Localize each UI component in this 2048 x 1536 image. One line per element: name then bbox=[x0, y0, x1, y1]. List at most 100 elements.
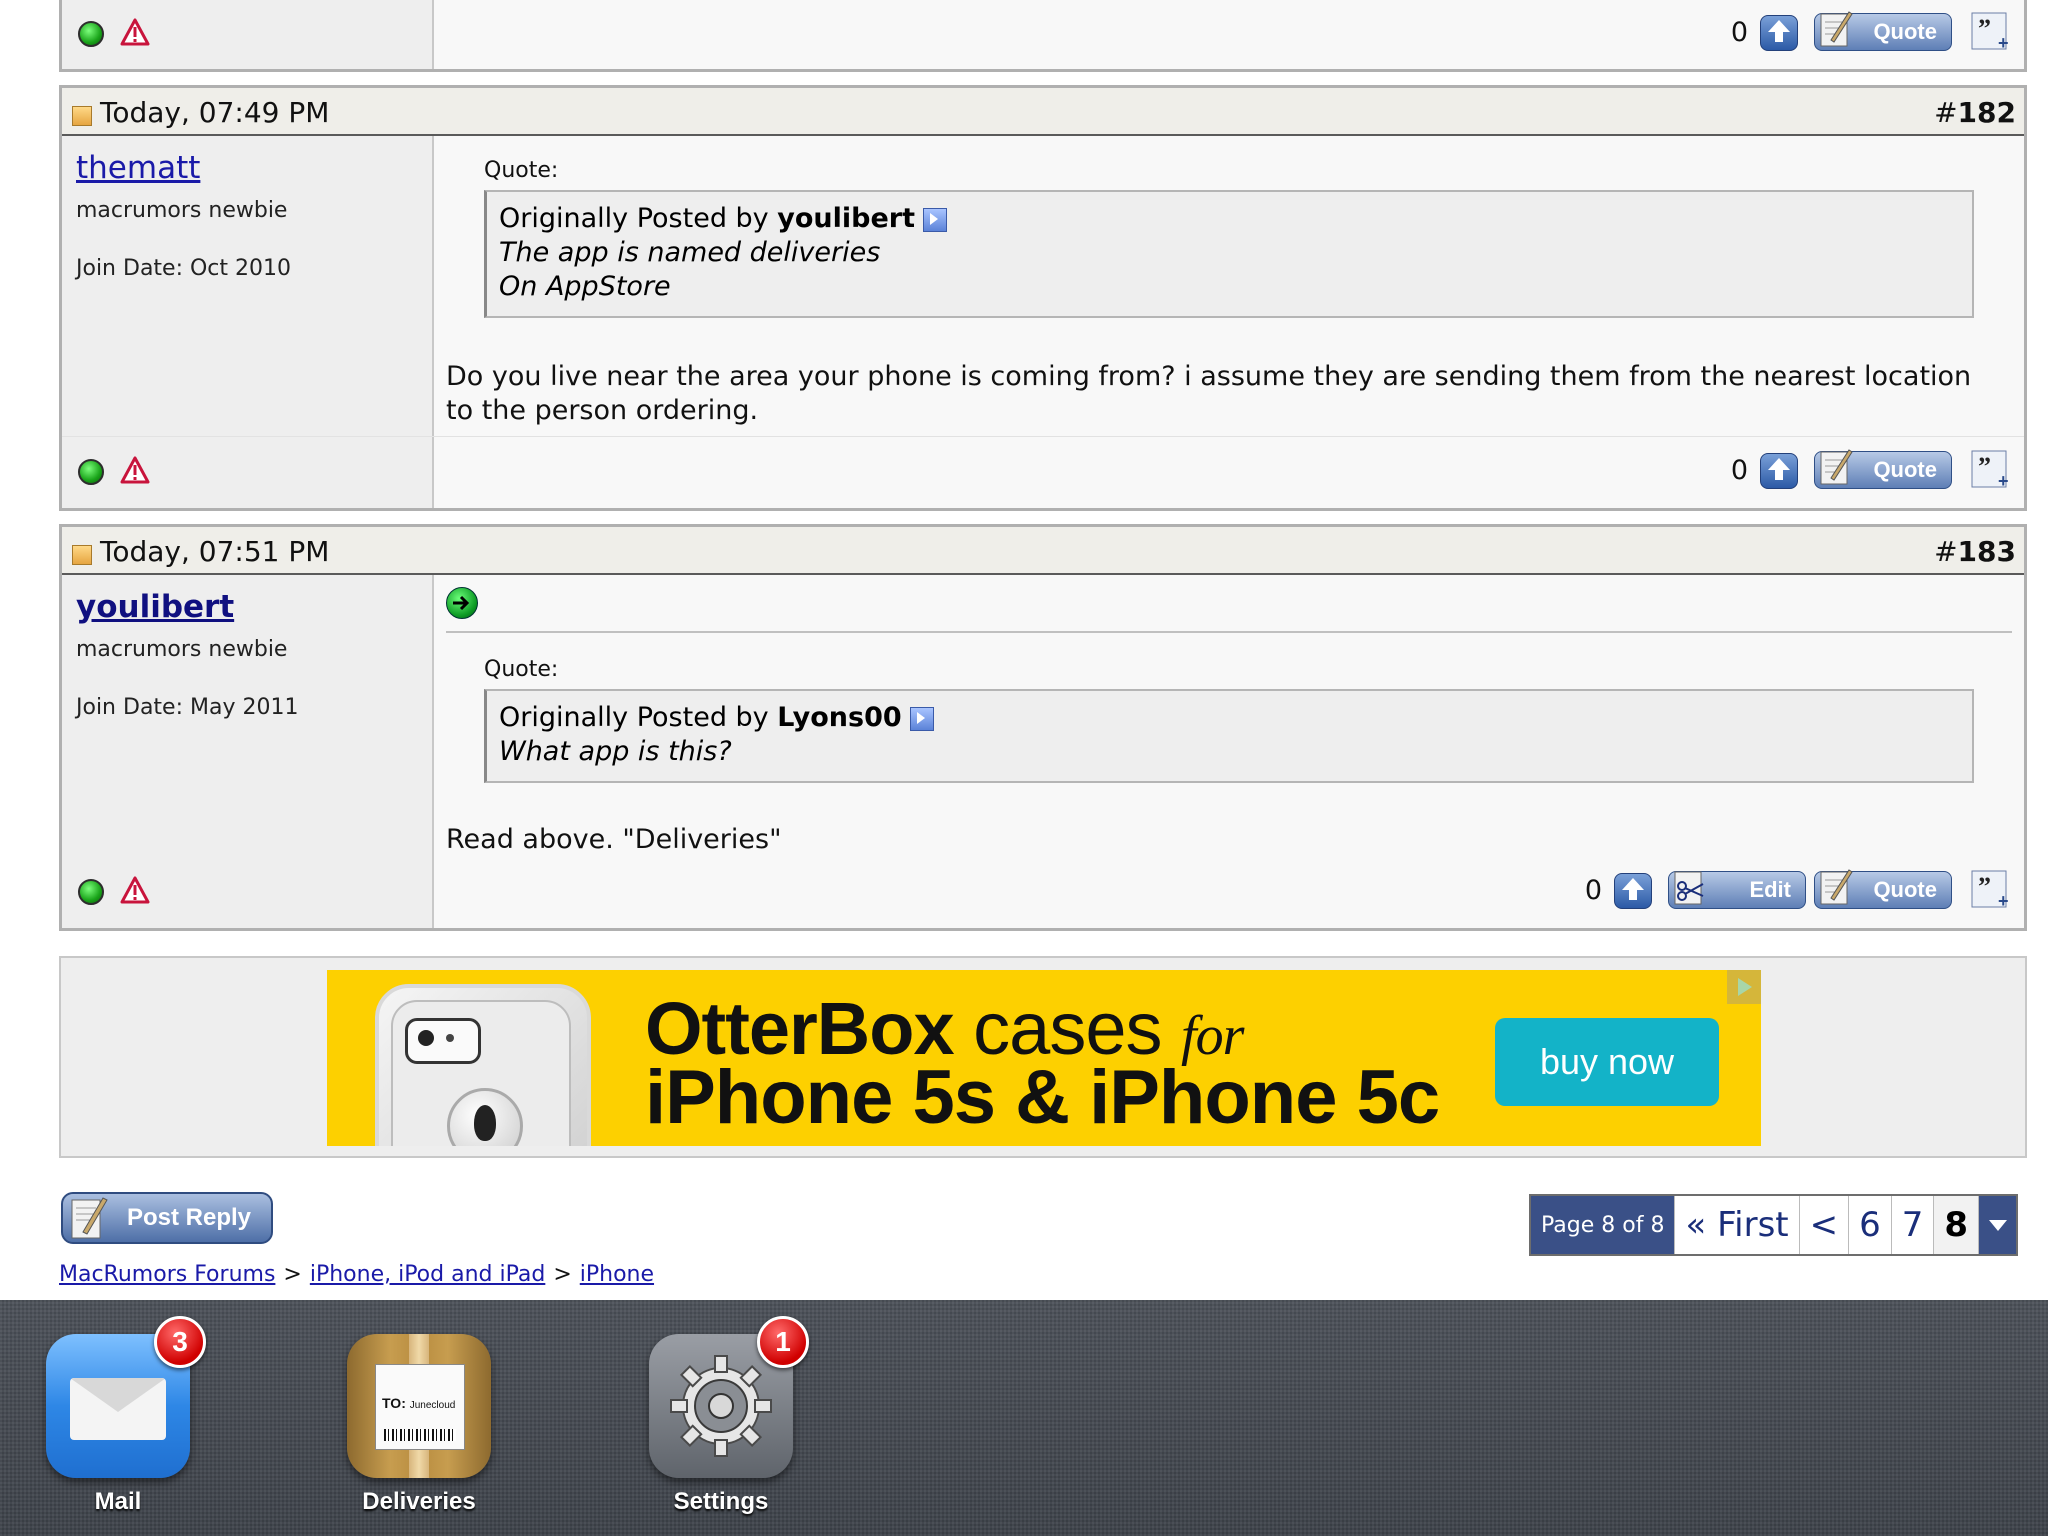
edit-button[interactable]: Edit bbox=[1668, 871, 1806, 909]
report-post-icon[interactable] bbox=[120, 18, 150, 46]
quote-label: Quote: bbox=[484, 158, 559, 183]
view-post-icon[interactable] bbox=[909, 706, 934, 731]
report-post-icon[interactable] bbox=[120, 456, 150, 484]
deliveries-icon[interactable]: TO: Junecloud bbox=[347, 1334, 491, 1478]
first-page-link[interactable]: « First bbox=[1674, 1196, 1798, 1254]
breadcrumb-link[interactable]: iPhone, iPod and iPad bbox=[310, 1262, 545, 1287]
dock-app-settings[interactable]: 1 Settings bbox=[648, 1316, 809, 1516]
otterbox-banner-ad[interactable]: OtterBox cases for iPhone 5s & iPhone 5c… bbox=[327, 970, 1761, 1146]
post-status-icon bbox=[72, 105, 92, 126]
post-182: Today, 07:49 PM #182 thematt macrumors n… bbox=[59, 85, 2027, 511]
quote-button[interactable]: Quote bbox=[1814, 449, 1952, 489]
ad-buy-now-button[interactable]: buy now bbox=[1495, 1018, 1719, 1106]
shipping-label-to: TO: Junecloud bbox=[382, 1395, 455, 1411]
reputation-count: 0 bbox=[1730, 455, 1748, 486]
gear-icon bbox=[670, 1355, 772, 1457]
post-message: Read above. "Deliveries" bbox=[446, 824, 782, 855]
multiquote-icon[interactable]: ” + bbox=[1970, 867, 2014, 909]
page-indicator: Page 8 of 8 bbox=[1531, 1196, 1675, 1254]
post-number[interactable]: #182 bbox=[1934, 96, 2016, 129]
prev-page-link[interactable]: < bbox=[1798, 1196, 1849, 1254]
user-title: macrumors newbie bbox=[76, 198, 288, 223]
svg-text:+: + bbox=[1998, 471, 2009, 489]
svg-text:”: ” bbox=[1978, 14, 1991, 43]
quote-button[interactable]: Quote bbox=[1814, 869, 1952, 909]
quote-prefix: Originally Posted by bbox=[499, 702, 778, 733]
ad-subheadline: iPhone 5s & iPhone 5c bbox=[645, 1055, 1440, 1140]
post-number-prefix: # bbox=[1934, 96, 1958, 129]
reply-pencil-icon bbox=[71, 1197, 108, 1239]
svg-text:+: + bbox=[1998, 891, 2009, 909]
dock-app-mail[interactable]: 3 Mail bbox=[45, 1316, 206, 1516]
page-link-6[interactable]: 6 bbox=[1848, 1196, 1891, 1254]
scissors-icon bbox=[1674, 871, 1704, 905]
breadcrumb-link[interactable]: iPhone bbox=[580, 1262, 654, 1287]
breadcrumb-link[interactable]: MacRumors Forums bbox=[59, 1262, 275, 1287]
online-status-icon bbox=[78, 879, 104, 905]
breadcrumb-separator: > bbox=[283, 1262, 302, 1287]
quote-pencil-icon bbox=[1820, 11, 1853, 47]
reputation-count: 0 bbox=[1584, 875, 1602, 906]
quote-box: Originally Posted by Lyons00 What app is… bbox=[484, 689, 1974, 783]
svg-text:+: + bbox=[1998, 33, 2009, 51]
online-status-icon bbox=[78, 459, 104, 485]
post-footer: 0 Edit Quote ” + bbox=[62, 857, 2024, 927]
mail-icon[interactable]: 3 bbox=[46, 1316, 206, 1478]
ios-dock: 3 Mail TO: Junecloud Deliveries 1 Settin… bbox=[0, 1300, 2048, 1536]
quote-button[interactable]: Quote bbox=[1814, 11, 1952, 51]
to-text: TO: bbox=[382, 1395, 406, 1411]
multiquote-icon[interactable]: ” + bbox=[1970, 447, 2014, 489]
join-date: Join Date: Oct 2010 bbox=[76, 256, 292, 281]
join-date: Join Date: May 2011 bbox=[76, 695, 299, 720]
app-label: Mail bbox=[94, 1488, 142, 1515]
quote-box: Originally Posted by youlibert The app i… bbox=[484, 190, 1974, 318]
camera-icon bbox=[405, 1018, 481, 1064]
page-jump-dropdown[interactable] bbox=[1978, 1196, 2017, 1254]
quote-author: Lyons00 bbox=[777, 702, 902, 733]
pagination: Page 8 of 8 « First < 6 7 8 bbox=[1529, 1194, 2019, 1256]
post-number-value: 182 bbox=[1957, 96, 2016, 129]
post-183: Today, 07:51 PM #183 youlibert macrumors… bbox=[59, 524, 2027, 931]
post-date-text: Today, 07:49 PM bbox=[100, 96, 330, 129]
multiquote-icon[interactable]: ” + bbox=[1970, 9, 2014, 51]
phone-case-back bbox=[391, 1000, 571, 1146]
quote-button-label: Quote bbox=[1873, 457, 1937, 482]
app-label: Settings bbox=[673, 1488, 769, 1515]
quote-pencil-icon bbox=[1820, 449, 1853, 485]
vote-up-button[interactable] bbox=[1614, 873, 1652, 909]
ad-phone-case-image bbox=[375, 984, 591, 1146]
post-header: Today, 07:51 PM #183 bbox=[62, 527, 2024, 575]
post-header: Today, 07:49 PM #182 bbox=[62, 88, 2024, 136]
quote-text-line: On AppStore bbox=[499, 271, 671, 302]
view-post-icon[interactable] bbox=[923, 207, 947, 232]
envelope-icon bbox=[70, 1378, 166, 1440]
settings-icon[interactable]: 1 bbox=[649, 1316, 809, 1478]
ad-container: OtterBox cases for iPhone 5s & iPhone 5c… bbox=[59, 956, 2027, 1158]
post-reply-label: Post Reply bbox=[126, 1204, 251, 1231]
username-link[interactable]: youlibert bbox=[76, 589, 234, 625]
adchoices-icon[interactable] bbox=[1727, 970, 1761, 1004]
notification-badge: 1 bbox=[757, 1316, 809, 1368]
breadcrumb-separator: > bbox=[553, 1262, 572, 1287]
post-number[interactable]: #183 bbox=[1934, 535, 2016, 568]
apple-logo-icon bbox=[447, 1088, 523, 1146]
user-title: macrumors newbie bbox=[76, 637, 288, 662]
post-arrow-icon bbox=[446, 587, 478, 619]
reputation-count: 0 bbox=[1730, 17, 1748, 48]
post-date: Today, 07:51 PM bbox=[72, 535, 329, 568]
quote-author: youlibert bbox=[777, 203, 915, 234]
vote-up-button[interactable] bbox=[1760, 453, 1798, 489]
post-date-text: Today, 07:51 PM bbox=[100, 535, 330, 568]
page-link-7[interactable]: 7 bbox=[1890, 1196, 1934, 1254]
breadcrumb: MacRumors Forums > iPhone, iPod and iPad > i… bbox=[59, 1262, 654, 1287]
app-label: Deliveries bbox=[362, 1488, 476, 1515]
dock-app-deliveries[interactable]: TO: Junecloud Deliveries bbox=[346, 1334, 492, 1516]
post-status-icon bbox=[72, 544, 92, 565]
vote-up-button[interactable] bbox=[1760, 15, 1798, 51]
post-number-prefix: # bbox=[1934, 535, 1958, 568]
post-reply-button[interactable]: Post Reply bbox=[61, 1192, 273, 1244]
quote-prefix: Originally Posted by bbox=[499, 203, 778, 234]
username-link[interactable]: thematt bbox=[76, 150, 200, 186]
quote-text-line: What app is this? bbox=[499, 736, 732, 767]
report-post-icon[interactable] bbox=[120, 876, 150, 904]
